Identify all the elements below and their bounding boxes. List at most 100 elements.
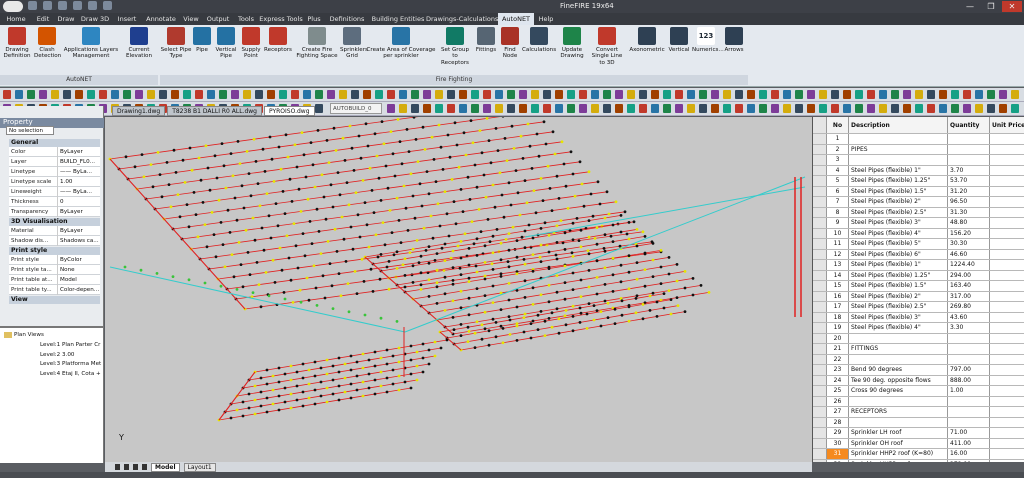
toolbar-tool-icon[interactable] bbox=[675, 90, 683, 99]
ribbon-sprinklers-grid-button[interactable]: Sprinklers Grid bbox=[340, 27, 368, 73]
toolbar-tool-icon[interactable] bbox=[363, 90, 371, 99]
ribbon-layers-button[interactable]: Applications Layers Management bbox=[62, 27, 120, 73]
nav-arrow-icon[interactable] bbox=[142, 464, 147, 470]
toolbar-tool-icon[interactable] bbox=[723, 104, 731, 113]
ribbon-update-drawing-button[interactable]: Update Drawing bbox=[558, 27, 586, 73]
toolbar-tool-icon[interactable] bbox=[111, 90, 119, 99]
toolbar-tool-icon[interactable] bbox=[159, 90, 167, 99]
toolbar-tool-icon[interactable] bbox=[987, 90, 995, 99]
toolbar-tool-icon[interactable] bbox=[687, 90, 695, 99]
table-row[interactable]: 2 PIPES bbox=[813, 144, 1024, 155]
layout-tab[interactable]: Model bbox=[151, 462, 180, 472]
toolbar-tool-icon[interactable] bbox=[795, 104, 803, 113]
toolbar-tool-icon[interactable] bbox=[615, 90, 623, 99]
toolbar-tool-icon[interactable] bbox=[27, 90, 35, 99]
table-row[interactable]: 4 Steel Pipes (flexible) 1" 3.70 bbox=[813, 165, 1024, 176]
toolbar-tool-icon[interactable] bbox=[171, 90, 179, 99]
toolbar-tool-icon[interactable] bbox=[291, 90, 299, 99]
toolbar-tool-icon[interactable] bbox=[339, 90, 347, 99]
ribbon-vertical-button[interactable]: Vertical bbox=[668, 27, 690, 73]
toolbar-tool-icon[interactable] bbox=[531, 104, 539, 113]
property-row[interactable]: Material ByLayer bbox=[9, 226, 100, 236]
toolbar-tool-icon[interactable] bbox=[831, 104, 839, 113]
ribbon-receptors-button[interactable]: Receptors bbox=[262, 27, 294, 73]
property-row[interactable]: Print style ta... None bbox=[9, 265, 100, 275]
toolbar-tool-icon[interactable] bbox=[267, 90, 275, 99]
table-row[interactable]: 27 RECEPTORS bbox=[813, 407, 1024, 418]
section-3d-visualisation[interactable]: 3D Visualisation bbox=[9, 218, 100, 226]
ribbon-axonometric-button[interactable]: Axonometric bbox=[628, 27, 666, 73]
toolbar-tool-icon[interactable] bbox=[783, 104, 791, 113]
toolbar-tool-icon[interactable] bbox=[711, 90, 719, 99]
menu-plus[interactable]: Plus bbox=[304, 13, 324, 25]
ribbon-pipe-button[interactable]: Pipe bbox=[193, 27, 211, 73]
property-value[interactable]: ByLayer bbox=[57, 226, 99, 236]
table-row[interactable]: 25 Cross 90 degrees 1.00 bbox=[813, 386, 1024, 397]
property-row[interactable]: Lineweight —— ByLa... bbox=[9, 187, 100, 197]
toolbar-tool-icon[interactable] bbox=[615, 104, 623, 113]
toolbar-tool-icon[interactable] bbox=[531, 90, 539, 99]
print-icon[interactable] bbox=[73, 1, 82, 10]
toolbar-tool-icon[interactable] bbox=[591, 90, 599, 99]
toolbar-tool-icon[interactable] bbox=[975, 104, 983, 113]
table-row[interactable]: 16 Steel Pipes (flexible) 2" 317.00 bbox=[813, 291, 1024, 302]
toolbar-tool-icon[interactable] bbox=[843, 104, 851, 113]
toolbar-tool-icon[interactable] bbox=[243, 90, 251, 99]
toolbar-tool-icon[interactable] bbox=[927, 104, 935, 113]
toolbar-tool-icon[interactable] bbox=[1011, 104, 1019, 113]
property-row[interactable]: Print style ByColor bbox=[9, 255, 100, 265]
minimize-button[interactable]: — bbox=[960, 1, 980, 12]
toolbar-tool-icon[interactable] bbox=[723, 90, 731, 99]
property-value[interactable]: 1.00 bbox=[57, 177, 99, 187]
property-value[interactable]: ByLayer bbox=[57, 207, 99, 217]
toolbar-tool-icon[interactable] bbox=[903, 90, 911, 99]
property-row[interactable]: Layer BUILD_FL0... bbox=[9, 157, 100, 167]
toolbar-tool-icon[interactable] bbox=[591, 104, 599, 113]
toolbar-tool-icon[interactable] bbox=[639, 104, 647, 113]
table-row[interactable]: 24 Tee 90 deg. opposite flows 888.00 bbox=[813, 375, 1024, 386]
toolbar-tool-icon[interactable] bbox=[543, 104, 551, 113]
toolbar-tool-icon[interactable] bbox=[555, 104, 563, 113]
toolbar-tool-icon[interactable] bbox=[939, 104, 947, 113]
toolbar-tool-icon[interactable] bbox=[951, 90, 959, 99]
toolbar-tool-icon[interactable] bbox=[399, 90, 407, 99]
toolbar-tool-icon[interactable] bbox=[303, 90, 311, 99]
menu-view[interactable]: View bbox=[180, 13, 202, 25]
toolbar-tool-icon[interactable] bbox=[819, 104, 827, 113]
property-value[interactable]: BUILD_FL0... bbox=[57, 157, 99, 167]
toolbar-tool-icon[interactable] bbox=[699, 90, 707, 99]
property-row[interactable]: Shadow dis... Shadows ca... bbox=[9, 236, 100, 246]
toolbar-tool-icon[interactable] bbox=[843, 90, 851, 99]
table-row[interactable]: 30 Sprinkler OH roof 411.00 bbox=[813, 438, 1024, 449]
toolbar-tool-icon[interactable] bbox=[495, 90, 503, 99]
toolbar-tool-icon[interactable] bbox=[483, 104, 491, 113]
menu-definitions[interactable]: Definitions bbox=[324, 13, 370, 25]
toolbar-tool-icon[interactable] bbox=[315, 104, 323, 113]
toolbar-tool-icon[interactable] bbox=[315, 90, 323, 99]
menu-help[interactable]: Help bbox=[534, 13, 558, 25]
ribbon-pipe-type-button[interactable]: Select Pipe Type bbox=[160, 27, 192, 73]
property-value[interactable]: Shadows ca... bbox=[57, 236, 99, 246]
toolbar-tool-icon[interactable] bbox=[627, 104, 635, 113]
toolbar-tool-icon[interactable] bbox=[255, 90, 263, 99]
toolbar-tool-icon[interactable] bbox=[423, 104, 431, 113]
table-row[interactable]: 8 Steel Pipes (flexible) 2.5" 31.30 bbox=[813, 207, 1024, 218]
table-row[interactable]: 20 bbox=[813, 333, 1024, 344]
toolbar-tool-icon[interactable] bbox=[999, 90, 1007, 99]
menu-annotate[interactable]: Annotate bbox=[142, 13, 180, 25]
toolbar-tool-icon[interactable] bbox=[639, 90, 647, 99]
ribbon-calculations-button[interactable]: Calculations bbox=[522, 27, 556, 73]
table-row[interactable]: 31 Sprinkler HHP2 roof (K=80) 16.00 bbox=[813, 449, 1024, 460]
table-row[interactable]: 7 Steel Pipes (flexible) 2" 96.50 bbox=[813, 197, 1024, 208]
toolbar-tool-icon[interactable] bbox=[807, 90, 815, 99]
toolbar-tool-icon[interactable] bbox=[411, 90, 419, 99]
ribbon-convert-3d-button[interactable]: Convert Single Line to 3D bbox=[588, 27, 626, 73]
toolbar-tool-icon[interactable] bbox=[735, 104, 743, 113]
table-row[interactable]: 11 Steel Pipes (flexible) 5" 30.30 bbox=[813, 239, 1024, 250]
maximize-button[interactable]: ❐ bbox=[981, 1, 1001, 12]
property-value[interactable]: 0 bbox=[57, 197, 99, 207]
tree-root-plan-views[interactable]: Plan Views bbox=[14, 332, 44, 338]
table-row[interactable]: 3 bbox=[813, 155, 1024, 166]
menu-edit[interactable]: Edit bbox=[32, 13, 54, 25]
toolbar-tool-icon[interactable] bbox=[327, 90, 335, 99]
